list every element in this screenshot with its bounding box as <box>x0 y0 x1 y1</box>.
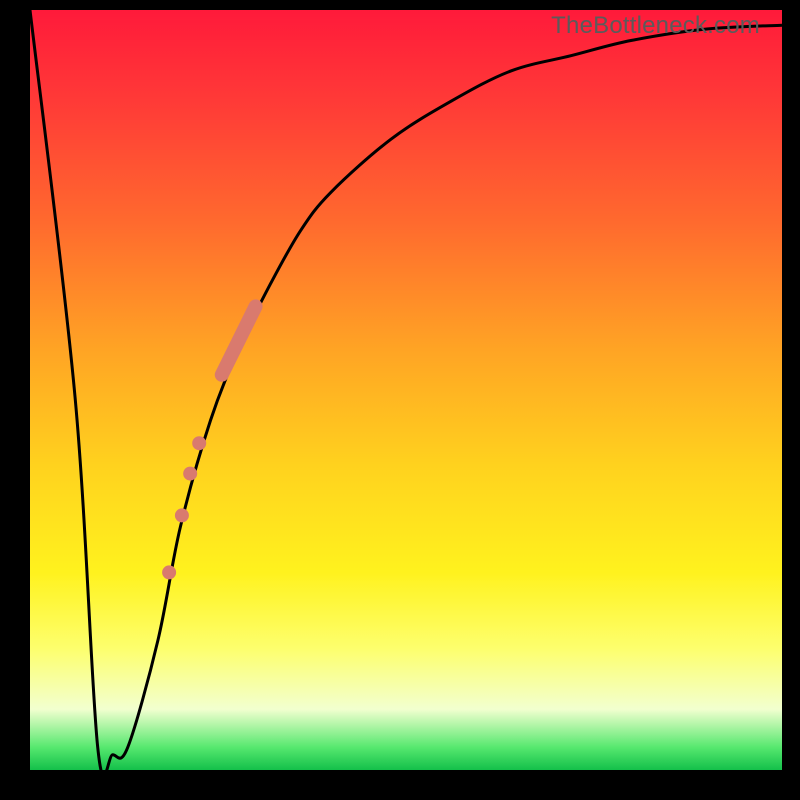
highlight-dot <box>192 436 206 450</box>
highlight-segment <box>222 306 256 374</box>
curve-path <box>30 10 782 770</box>
marker-layer <box>162 306 255 579</box>
chart-svg <box>30 10 782 770</box>
bottleneck-curve <box>30 10 782 770</box>
highlight-dot <box>162 565 176 579</box>
chart-frame: TheBottleneck.com <box>0 0 800 800</box>
highlight-dot <box>183 467 197 481</box>
watermark-text: TheBottleneck.com <box>551 12 760 40</box>
highlight-dot <box>175 508 189 522</box>
plot-area <box>30 10 782 770</box>
